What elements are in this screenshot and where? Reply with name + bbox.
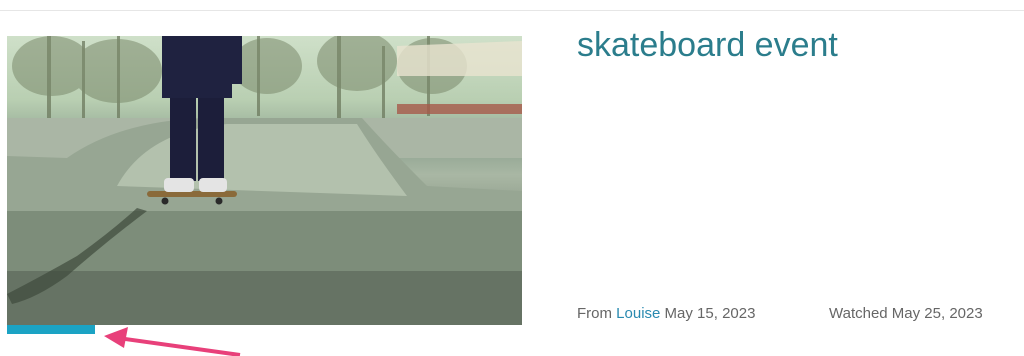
posted-date: May 15, 2023: [664, 305, 756, 322]
top-divider: [0, 10, 1024, 11]
watch-progress-bar: [7, 325, 522, 334]
video-thumbnail[interactable]: [7, 36, 522, 325]
video-title[interactable]: skateboard event: [577, 26, 838, 65]
author-link[interactable]: Louise: [616, 305, 660, 322]
watched-date: Watched May 25, 2023: [829, 305, 983, 322]
video-source-meta: From Louise May 15, 2023: [577, 305, 755, 322]
from-label: From: [577, 305, 612, 322]
thumbnail-image: [7, 36, 522, 325]
watch-progress-fill: [7, 325, 95, 334]
